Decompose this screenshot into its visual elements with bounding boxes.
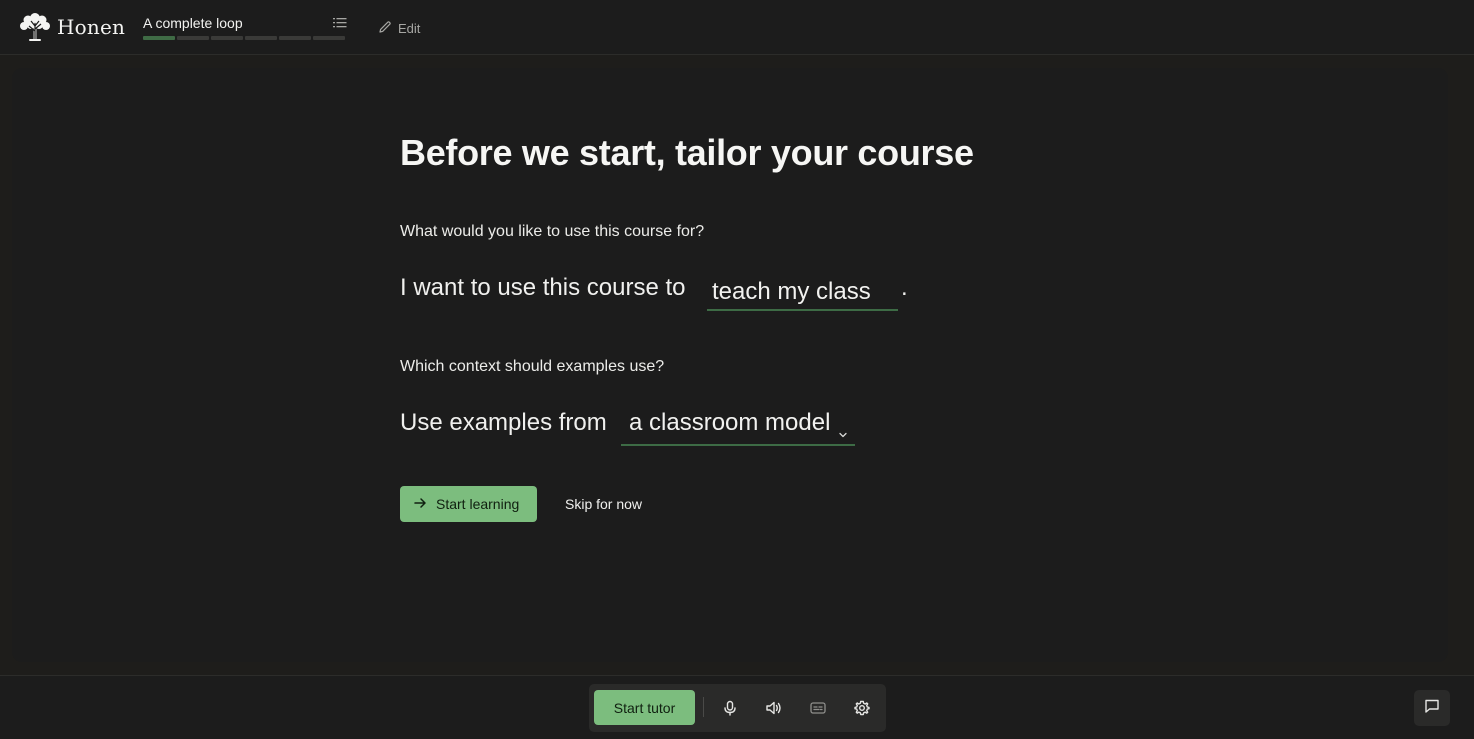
usage-sentence-prefix: I want to use this course to bbox=[400, 274, 686, 301]
progress-segment bbox=[279, 36, 311, 40]
progress-segment bbox=[313, 36, 345, 40]
logo[interactable]: Honen bbox=[19, 12, 125, 42]
top-bar: Honen A complete loop Edit bbox=[0, 0, 1474, 55]
context-select-value: a classroom model bbox=[629, 409, 831, 436]
progress-bar bbox=[143, 36, 348, 40]
edit-button[interactable]: Edit bbox=[378, 20, 420, 37]
main-card: Before we start, tailor your course What… bbox=[12, 68, 1448, 662]
course-title: A complete loop bbox=[143, 15, 243, 31]
chat-icon bbox=[1424, 698, 1440, 719]
brand-name: Honen bbox=[57, 15, 126, 39]
course-progress: A complete loop bbox=[143, 14, 348, 40]
list-icon[interactable] bbox=[333, 16, 347, 35]
microphone-icon[interactable] bbox=[718, 696, 742, 720]
start-learning-button[interactable]: Start learning bbox=[400, 486, 537, 522]
chevron-down-icon bbox=[838, 419, 848, 447]
captions-icon[interactable] bbox=[806, 696, 830, 720]
question-usage-label: What would you like to use this course f… bbox=[400, 223, 705, 240]
progress-segment bbox=[211, 36, 243, 40]
progress-segment bbox=[245, 36, 277, 40]
tree-logo-icon bbox=[19, 12, 52, 42]
skip-button[interactable]: Skip for now bbox=[565, 496, 642, 512]
pencil-icon bbox=[378, 20, 392, 37]
bottom-bar: Start tutor bbox=[0, 675, 1474, 739]
progress-segment bbox=[143, 36, 175, 40]
progress-segment bbox=[177, 36, 209, 40]
context-sentence-prefix: Use examples from bbox=[400, 409, 607, 436]
tutor-controls: Start tutor bbox=[589, 684, 886, 732]
page-title: Before we start, tailor your course bbox=[400, 132, 974, 173]
usage-sentence-suffix: . bbox=[901, 274, 908, 301]
context-select[interactable]: a classroom model bbox=[621, 403, 855, 446]
edit-label: Edit bbox=[398, 21, 421, 36]
question-context-label: Which context should examples use? bbox=[400, 358, 665, 375]
gear-icon[interactable] bbox=[850, 696, 874, 720]
arrow-right-icon bbox=[413, 496, 427, 513]
divider bbox=[703, 697, 704, 717]
usage-input[interactable] bbox=[707, 268, 898, 311]
start-tutor-button[interactable]: Start tutor bbox=[594, 690, 695, 725]
chat-button[interactable] bbox=[1414, 690, 1450, 726]
speaker-icon[interactable] bbox=[762, 696, 786, 720]
start-learning-label: Start learning bbox=[436, 496, 520, 512]
